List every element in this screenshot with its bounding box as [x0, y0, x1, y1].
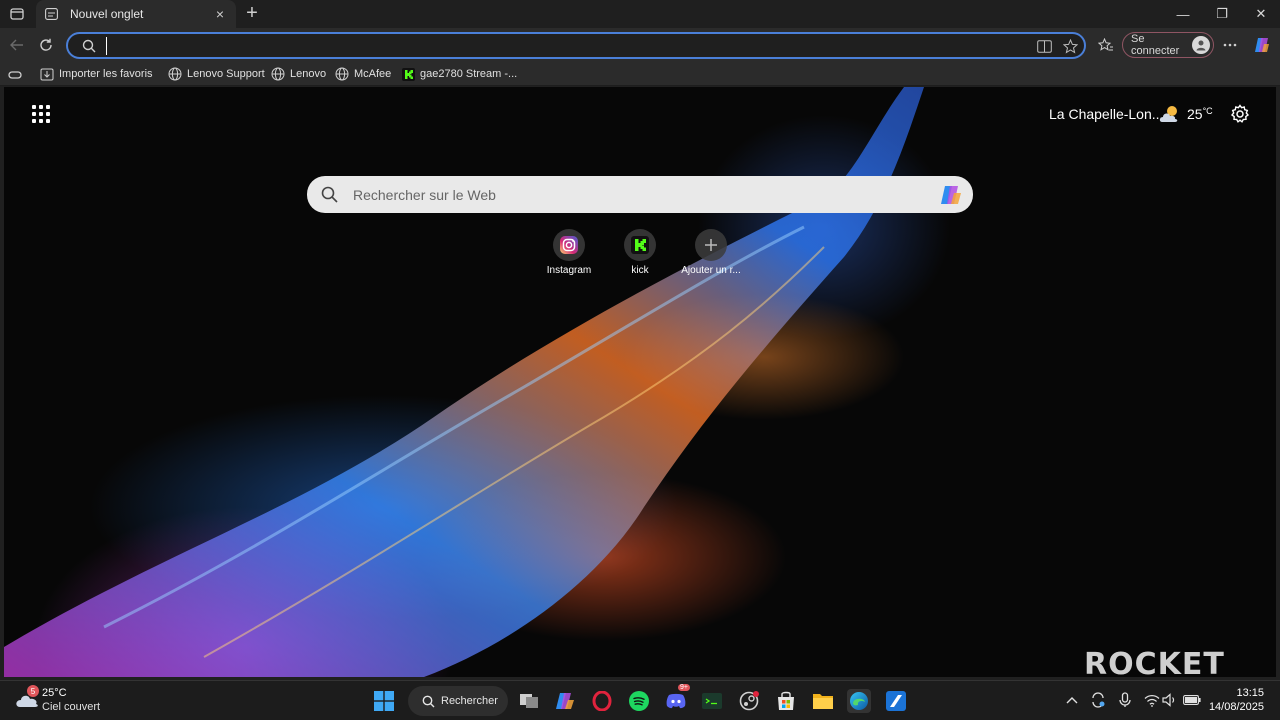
new-tab-button[interactable]: + — [242, 3, 262, 23]
copilot-icon[interactable] — [1251, 34, 1273, 56]
quick-link-label: Instagram — [546, 265, 592, 276]
minimize-button[interactable]: — — [1168, 4, 1198, 24]
refresh-button[interactable] — [35, 34, 57, 56]
favorite-label: gae2780 Stream -... — [420, 68, 518, 80]
clock-time[interactable]: 13:15 — [1228, 687, 1264, 699]
steam-icon[interactable] — [737, 689, 761, 713]
favorite-import[interactable]: Importer les favoris — [40, 65, 153, 83]
profile-avatar-icon — [1192, 36, 1210, 54]
maximize-button[interactable]: ❐ — [1207, 4, 1237, 24]
close-window-button[interactable]: ✕ — [1246, 4, 1276, 24]
taskbar-search-label: Rechercher — [441, 695, 498, 707]
microphone-icon[interactable] — [1116, 691, 1134, 709]
weather-temperature[interactable]: 25°C — [1187, 106, 1213, 122]
add-favorite-star-icon[interactable] — [1062, 38, 1078, 54]
file-explorer-icon[interactable] — [811, 689, 835, 713]
favorite-mcafee[interactable]: McAfee — [335, 65, 391, 83]
favorites-bar: Importer les favoris Lenovo Support Leno… — [0, 62, 1280, 86]
microsoft-store-icon[interactable] — [774, 689, 798, 713]
web-search-box[interactable] — [307, 176, 973, 213]
tab-new-tab[interactable]: Nouvel onglet × — [36, 0, 236, 28]
address-bar[interactable] — [66, 32, 1086, 59]
copilot-app-icon[interactable] — [553, 689, 577, 713]
search-icon — [82, 39, 96, 53]
favorite-kick-stream[interactable]: gae2780 Stream -... — [401, 65, 517, 83]
watermark-logo: ROCKET — [1084, 647, 1225, 677]
add-quick-link[interactable]: Ajouter un r... — [676, 229, 746, 276]
quick-link-kick[interactable]: kick — [605, 229, 675, 276]
wifi-icon[interactable] — [1143, 691, 1161, 709]
weather-alert-badge: 5 — [27, 685, 39, 697]
toolbar: Se connecter — [0, 28, 1280, 62]
battery-icon[interactable] — [1183, 691, 1201, 709]
sync-icon[interactable] — [1089, 691, 1107, 709]
plus-icon — [695, 229, 727, 261]
weather-temp-unit: °C — [1202, 106, 1213, 116]
volume-icon[interactable] — [1161, 691, 1179, 709]
app-launcher-icon[interactable] — [32, 105, 50, 123]
clock-date[interactable]: 14/08/2025 — [1205, 701, 1264, 713]
partly-cloudy-icon — [1158, 105, 1182, 123]
page-settings-gear-icon[interactable] — [1230, 104, 1250, 124]
edge-browser-icon[interactable] — [847, 689, 871, 713]
quick-link-label: Ajouter un r... — [681, 265, 741, 276]
favorite-lenovo[interactable]: Lenovo — [271, 65, 326, 83]
taskbar-search[interactable]: Rechercher — [408, 686, 508, 716]
taskbar: 5 25°C Ciel couvert Rechercher 9+ 13:15 … — [0, 680, 1280, 720]
favorite-label: Importer les favoris — [59, 68, 153, 80]
terminal-app-icon[interactable] — [700, 689, 724, 713]
tab-actions-menu-icon[interactable] — [6, 4, 28, 24]
discord-notification-badge: 9+ — [678, 684, 690, 691]
favorite-label: Lenovo — [290, 68, 327, 80]
back-button[interactable] — [6, 34, 28, 56]
task-view-icon[interactable] — [517, 689, 541, 713]
kick-icon — [401, 67, 415, 81]
close-tab-icon[interactable]: × — [212, 6, 228, 22]
favorite-label: Lenovo Support — [187, 68, 265, 80]
discord-icon[interactable]: 9+ — [664, 684, 690, 713]
opera-icon[interactable] — [590, 689, 614, 713]
more-options-icon[interactable] — [1219, 34, 1241, 56]
globe-icon — [271, 67, 285, 81]
weather-location[interactable]: La Chapelle-Lon... — [1049, 106, 1163, 122]
search-icon — [321, 186, 338, 203]
weather-temp-value: 25 — [1187, 106, 1203, 122]
kick-icon — [624, 229, 656, 261]
address-input[interactable] — [106, 37, 1006, 55]
taskbar-weather-condition[interactable]: Ciel couvert — [42, 701, 100, 713]
autodesk-app-icon[interactable] — [884, 689, 908, 713]
start-windows-icon[interactable] — [372, 689, 396, 713]
new-tab-icon — [44, 7, 58, 21]
collections-icon[interactable] — [8, 66, 22, 84]
favorite-lenovo-support[interactable]: Lenovo Support — [168, 65, 265, 83]
globe-icon — [168, 67, 182, 81]
title-bar: Nouvel onglet × + — ❐ ✕ — [0, 0, 1280, 28]
quick-link-label: kick — [631, 265, 649, 276]
sign-in-label: Se connecter — [1131, 33, 1180, 57]
quick-link-instagram[interactable]: Instagram — [534, 229, 604, 276]
sign-in-button[interactable]: Se connecter — [1122, 32, 1214, 58]
taskbar-weather-temp[interactable]: 25°C — [42, 687, 67, 699]
search-icon — [422, 695, 435, 708]
import-icon — [40, 67, 54, 81]
new-tab-page: La Chapelle-Lon... 25°C Instagram kick A… — [4, 87, 1276, 677]
chevron-up-icon[interactable] — [1063, 691, 1081, 709]
favorite-label: McAfee — [354, 68, 392, 80]
copilot-icon[interactable] — [939, 183, 963, 207]
instagram-icon — [553, 229, 585, 261]
web-search-input[interactable] — [353, 185, 913, 205]
favorites-icon[interactable] — [1095, 34, 1117, 56]
spotify-icon[interactable] — [627, 689, 651, 713]
globe-icon — [335, 67, 349, 81]
tab-title: Nouvel onglet — [70, 7, 144, 21]
immersive-reader-icon[interactable] — [1036, 38, 1052, 54]
